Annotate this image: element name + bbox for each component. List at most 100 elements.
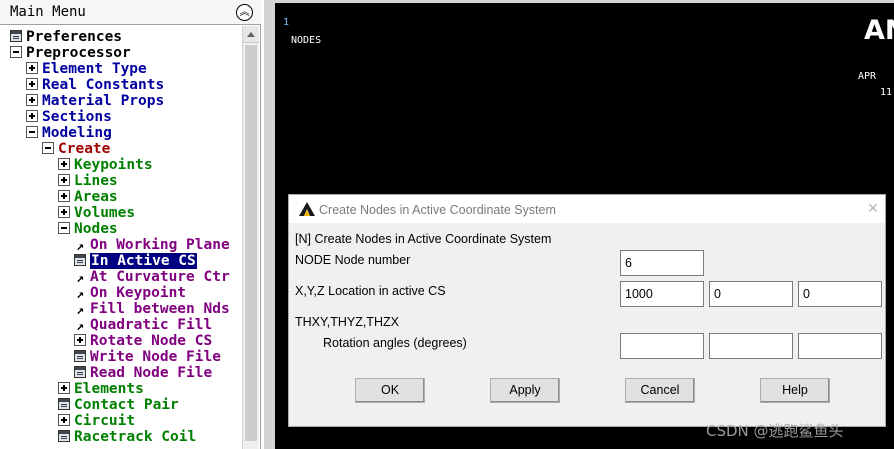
menu-item[interactable]: Read Node File — [74, 365, 212, 381]
location-label: X,Y,Z Location in active CS — [295, 284, 446, 298]
menu-item[interactable]: Create — [42, 141, 110, 157]
menu-item-label: Quadratic Fill — [90, 317, 213, 333]
plus-icon — [58, 174, 70, 186]
menu-item[interactable]: ↗ On Keypoint — [74, 285, 186, 301]
menu-item[interactable]: Preferences — [10, 29, 122, 45]
minus-icon — [58, 222, 70, 234]
menu-item[interactable]: ↗ On Working Plane — [74, 237, 230, 253]
menu-item[interactable]: Sections — [26, 109, 112, 125]
menu-item-label: Create — [58, 141, 111, 157]
menu-item-label: Elements — [74, 381, 144, 397]
main-menu-header: Main Menu ︽ — [0, 0, 261, 25]
menu-item-label: Areas — [74, 189, 118, 205]
plus-icon — [74, 334, 86, 346]
plus-icon — [58, 414, 70, 426]
plot-time: 11 — [880, 87, 893, 98]
window-number: 1 — [283, 17, 290, 28]
scroll-thumb[interactable] — [245, 45, 257, 441]
menu-item-label: Circuit — [74, 413, 136, 429]
menu-item[interactable]: Rotate Node CS — [74, 333, 212, 349]
menu-item[interactable]: Contact Pair — [58, 397, 179, 413]
rotation-angles-label: Rotation angles (degrees) — [323, 336, 467, 350]
plus-icon — [26, 94, 38, 106]
plus-icon — [26, 62, 38, 74]
plus-icon — [58, 190, 70, 202]
menu-item[interactable]: Modeling — [26, 125, 112, 141]
minus-icon — [10, 46, 22, 58]
menu-item[interactable]: Racetrack Coil — [58, 429, 196, 445]
menu-item-label: Volumes — [74, 205, 136, 221]
arrow-pick-icon: ↗ — [76, 287, 84, 302]
command-description: [N] Create Nodes in Active Coordinate Sy… — [295, 232, 552, 246]
menu-item-label: In Active CS — [90, 253, 197, 269]
menu-item[interactable]: Real Constants — [26, 77, 164, 93]
menu-item-label: Fill between Nds — [90, 301, 230, 317]
menu-item-label: Lines — [74, 173, 118, 189]
menu-item[interactable]: Areas — [58, 189, 118, 205]
plot-label: NODES — [291, 35, 322, 46]
x-coordinate-input[interactable] — [620, 281, 704, 307]
menu-item-label: Keypoints — [74, 157, 153, 173]
menu-item[interactable]: Nodes — [58, 221, 118, 237]
scroll-up-arrow-icon[interactable] — [243, 26, 259, 43]
node-number-label: NODE Node number — [295, 253, 411, 267]
menu-item[interactable]: Preprocessor — [10, 45, 131, 61]
minus-icon — [26, 126, 38, 138]
main-menu-panel: Main Menu ︽ Preferences Preprocessor Eleme… — [0, 0, 261, 449]
menu-item-label: Rotate Node CS — [90, 333, 213, 349]
collapse-menu-button[interactable]: ︽ — [236, 4, 253, 21]
menu-item[interactable]: ↗ At Curvature Ctr — [74, 269, 230, 285]
close-icon[interactable]: ✕ — [865, 200, 881, 216]
help-button[interactable]: Help — [760, 378, 830, 403]
dialog-title: Create Nodes in Active Coordinate System — [319, 203, 556, 217]
dialog-icon — [74, 350, 86, 362]
dialog-titlebar[interactable]: Create Nodes in Active Coordinate System… — [289, 195, 885, 223]
dialog-icon — [58, 430, 70, 442]
plus-icon — [26, 78, 38, 90]
menu-item-label: Nodes — [74, 221, 118, 237]
menu-scrollbar[interactable] — [242, 26, 259, 449]
create-nodes-dialog: Create Nodes in Active Coordinate System… — [288, 194, 886, 427]
menu-item[interactable]: Keypoints — [58, 157, 153, 173]
node-number-input[interactable] — [620, 250, 704, 276]
menu-item[interactable]: Volumes — [58, 205, 135, 221]
menu-item[interactable]: ↗ Quadratic Fill — [74, 317, 212, 333]
menu-item[interactable]: Circuit — [58, 413, 135, 429]
menu-item-label: At Curvature Ctr — [90, 269, 230, 285]
dialog-icon — [58, 398, 70, 410]
arrow-pick-icon: ↗ — [76, 303, 84, 318]
z-coordinate-input[interactable] — [798, 281, 882, 307]
menu-item[interactable]: Element Type — [26, 61, 147, 77]
menu-item-label: Preprocessor — [26, 45, 131, 61]
menu-item[interactable]: ↗ Fill between Nds — [74, 301, 230, 317]
thxy-input[interactable] — [620, 333, 704, 359]
menu-item-label: Real Constants — [42, 77, 165, 93]
menu-item-label: Read Node File — [90, 365, 213, 381]
dialog-icon — [10, 30, 22, 42]
plus-icon — [26, 110, 38, 122]
arrow-pick-icon: ↗ — [76, 271, 84, 286]
plus-icon — [58, 158, 70, 170]
menu-item[interactable]: Lines — [58, 173, 118, 189]
menu-item-label: On Working Plane — [90, 237, 230, 253]
y-coordinate-input[interactable] — [709, 281, 793, 307]
thyz-input[interactable] — [709, 333, 793, 359]
dialog-icon — [74, 366, 86, 378]
apply-button[interactable]: Apply — [490, 378, 560, 403]
menu-item-label: Preferences — [26, 29, 123, 45]
menu-item-label: Write Node File — [90, 349, 221, 365]
menu-item[interactable]: In Active CS — [74, 253, 197, 269]
ok-button[interactable]: OK — [355, 378, 425, 403]
menu-item-label: Modeling — [42, 125, 112, 141]
menu-item-label: Material Props — [42, 93, 165, 109]
ansys-logo-icon — [299, 202, 315, 216]
menu-item[interactable]: Material Props — [26, 93, 164, 109]
thzx-input[interactable] — [798, 333, 882, 359]
menu-item-label: On Keypoint — [90, 285, 187, 301]
menu-item[interactable]: Elements — [58, 381, 144, 397]
cancel-button[interactable]: Cancel — [625, 378, 695, 403]
menu-item-label: Element Type — [42, 61, 147, 77]
menu-item-label: Racetrack Coil — [74, 429, 197, 445]
ansys-logo-text: AN — [864, 15, 894, 46]
menu-item[interactable]: Write Node File — [74, 349, 221, 365]
